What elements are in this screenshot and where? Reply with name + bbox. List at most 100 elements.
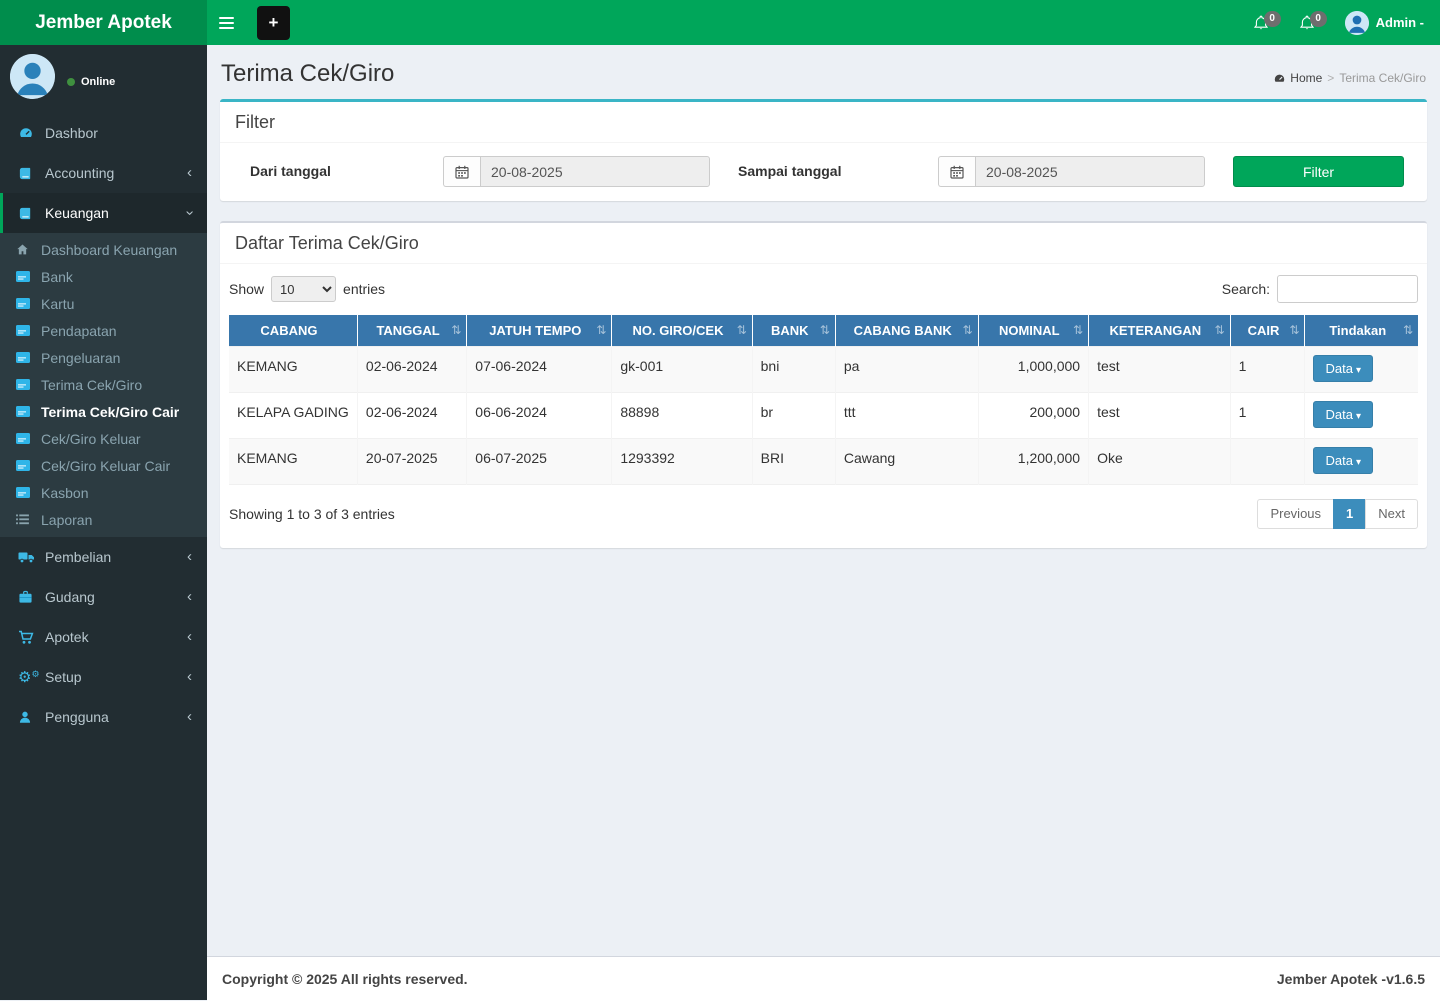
sidebar-item-keuangan[interactable]: Keuangan ‹ <box>0 193 207 233</box>
column-header-cabang[interactable]: CABANG <box>229 315 358 346</box>
entries-label: entries <box>343 281 386 297</box>
add-button[interactable]: + <box>257 5 290 40</box>
row-data-button[interactable]: Data ▾ <box>1313 446 1373 474</box>
cell-tanggal: 20-07-2025 <box>356 438 467 484</box>
sort-icon: ⇅ <box>1289 323 1300 338</box>
terima-cek-giro-table: CABANG TANGGAL ⇅ JATUH TEMPO ⇅ NO. GIRO/CE… <box>229 315 1418 485</box>
cell-nominal: 1,200,000 <box>977 438 1089 484</box>
table-header-row: CABANG TANGGAL ⇅ JATUH TEMPO ⇅ NO. GIRO/CE… <box>229 315 1418 346</box>
column-header-no-giro-cek[interactable]: NO. GIRO/CEK ⇅ <box>611 315 753 346</box>
pagination-previous[interactable]: Previous <box>1257 498 1335 529</box>
calendar-icon <box>938 156 975 187</box>
sidebar-toggle-icon[interactable] <box>219 0 249 45</box>
sidebar-item-pengeluaran[interactable]: Pengeluaran <box>0 344 207 371</box>
sidebar-item-laporan[interactable]: Laporan <box>0 506 207 533</box>
cell-tindakan: Data ▾ <box>1304 346 1418 392</box>
column-header-jatuh-tempo[interactable]: JATUH TEMPO ⇅ <box>466 315 613 346</box>
version-text: Jember Apotek -v1.6.5 <box>1276 971 1425 987</box>
dashboard-icon <box>1275 74 1285 82</box>
chevron-left-icon: ‹ <box>187 628 192 645</box>
column-header-bank[interactable]: BANK ⇅ <box>752 315 836 346</box>
pagination-next[interactable]: Next <box>1365 498 1418 529</box>
cell-tanggal: 02-06-2024 <box>356 346 467 392</box>
sidebar-item-label: Accounting <box>45 165 115 181</box>
navbar-right: 0 0 Admin - <box>1253 10 1440 35</box>
avatar <box>10 54 55 99</box>
notification-count-badge: 0 <box>1263 10 1281 27</box>
sidebar-item-cek-giro-keluar[interactable]: Cek/Giro Keluar <box>0 425 207 452</box>
column-header-tindakan[interactable]: Tindakan ⇅ <box>1304 315 1418 346</box>
book-icon <box>18 206 38 221</box>
sidebar-item-terima-cek-giro-cair[interactable]: Terima Cek/Giro Cair <box>0 398 207 425</box>
sidebar-item-label: Pengguna <box>45 709 109 725</box>
breadcrumb-separator: > <box>1327 71 1335 85</box>
to-date-input[interactable] <box>975 156 1205 187</box>
credit-card-icon <box>16 460 35 471</box>
user-menu[interactable]: Admin - <box>1344 10 1424 35</box>
plus-icon: + <box>268 12 279 32</box>
cell-cabang: KELAPA GADING <box>237 403 349 420</box>
filter-box-title: Filter <box>220 102 1427 143</box>
sidebar-item-accounting[interactable]: Accounting ‹ <box>0 153 207 193</box>
caret-down-icon: ▾ <box>1355 410 1361 422</box>
column-header-keterangan[interactable]: KETERANGAN ⇅ <box>1088 315 1231 346</box>
cell-cabang-bank: Cawang <box>834 438 979 484</box>
sidebar-item-kartu[interactable]: Kartu <box>0 290 207 317</box>
cart-icon <box>18 630 38 645</box>
sidebar-item-terima-cek-giro[interactable]: Terima Cek/Giro <box>0 371 207 398</box>
sort-icon: ⇅ <box>736 323 747 338</box>
sidebar-item-label: Pendapatan <box>41 322 117 339</box>
sidebar-item-kasbon[interactable]: Kasbon <box>0 479 207 506</box>
app-logo[interactable]: Jember Apotek <box>0 0 207 45</box>
column-header-cair[interactable]: CAIR ⇅ <box>1230 315 1306 346</box>
column-header-cabang-bank[interactable]: CABANG BANK ⇅ <box>835 315 979 346</box>
page-title: Terima Cek/Giro <box>221 60 395 87</box>
column-header-nominal[interactable]: NOMINAL ⇅ <box>978 315 1090 346</box>
sidebar-item-gudang[interactable]: Gudang ‹ <box>0 577 207 617</box>
table-row: KEMANG 02-06-2024 07-06-2024 gk-001 bni … <box>229 346 1418 392</box>
cell-no-giro: gk-001 <box>611 346 753 392</box>
filter-button[interactable]: Filter <box>1233 156 1404 187</box>
sidebar-item-apotek[interactable]: Apotek ‹ <box>0 617 207 657</box>
chevron-left-icon: ‹ <box>187 668 192 685</box>
sidebar-item-cek-giro-keluar-cair[interactable]: Cek/Giro Keluar Cair <box>0 452 207 479</box>
sidebar-item-label: Dashboard Keuangan <box>41 241 178 258</box>
notification-bell-2[interactable]: 0 <box>1299 10 1327 32</box>
sort-icon: ⇅ <box>596 323 607 338</box>
sidebar-item-pembelian[interactable]: Pembelian ‹ <box>0 537 207 577</box>
sort-icon: ⇅ <box>1073 323 1084 338</box>
table-box-title: Daftar Terima Cek/Giro <box>220 223 1427 264</box>
search-input[interactable] <box>1277 275 1418 303</box>
sidebar-item-dashbor[interactable]: Dashbor <box>0 113 207 153</box>
notification-bell-1[interactable]: 0 <box>1253 10 1281 32</box>
from-date-input[interactable] <box>480 156 710 187</box>
sidebar-item-dashboard-keuangan[interactable]: Dashboard Keuangan <box>0 236 207 263</box>
sort-icon: ⇅ <box>962 323 973 338</box>
row-data-button[interactable]: Data ▾ <box>1313 354 1373 382</box>
sidebar-item-bank[interactable]: Bank <box>0 263 207 290</box>
pagination-page-1[interactable]: 1 <box>1333 498 1367 529</box>
show-label: Show <box>229 281 265 297</box>
sidebar-item-label: Bank <box>41 268 73 285</box>
sidebar-item-label: Terima Cek/Giro Cair <box>41 403 180 420</box>
column-header-tanggal[interactable]: TANGGAL ⇅ <box>357 315 468 346</box>
sidebar-item-label: Cek/Giro Keluar Cair <box>41 457 171 474</box>
cell-no-giro: 1293392 <box>611 438 753 484</box>
list-icon <box>16 514 35 525</box>
cell-nominal: 1,000,000 <box>977 346 1089 392</box>
cell-jatuh-tempo: 06-06-2024 <box>466 392 612 438</box>
user-name: Admin - <box>1375 15 1424 30</box>
sidebar-item-label: Cek/Giro Keluar <box>41 430 141 447</box>
sidebar-item-pendapatan[interactable]: Pendapatan <box>0 317 207 344</box>
cell-jatuh-tempo: 06-07-2025 <box>466 438 612 484</box>
table-box: Daftar Terima Cek/Giro Show 10 entries S… <box>220 221 1427 548</box>
breadcrumb-home[interactable]: Home <box>1273 71 1322 85</box>
page-length-select[interactable]: 10 <box>271 276 337 302</box>
row-data-button[interactable]: Data ▾ <box>1313 400 1373 428</box>
cell-cabang: KEMANG <box>237 357 298 374</box>
sidebar-item-setup[interactable]: ⚙⚙ Setup ‹ <box>0 657 207 697</box>
filter-body: Dari tanggal Sampai tanggal Filter <box>220 143 1427 201</box>
truck-icon <box>18 550 38 564</box>
cell-keterangan: Oke <box>1088 438 1231 484</box>
sidebar-item-pengguna[interactable]: Pengguna ‹ <box>0 697 207 737</box>
